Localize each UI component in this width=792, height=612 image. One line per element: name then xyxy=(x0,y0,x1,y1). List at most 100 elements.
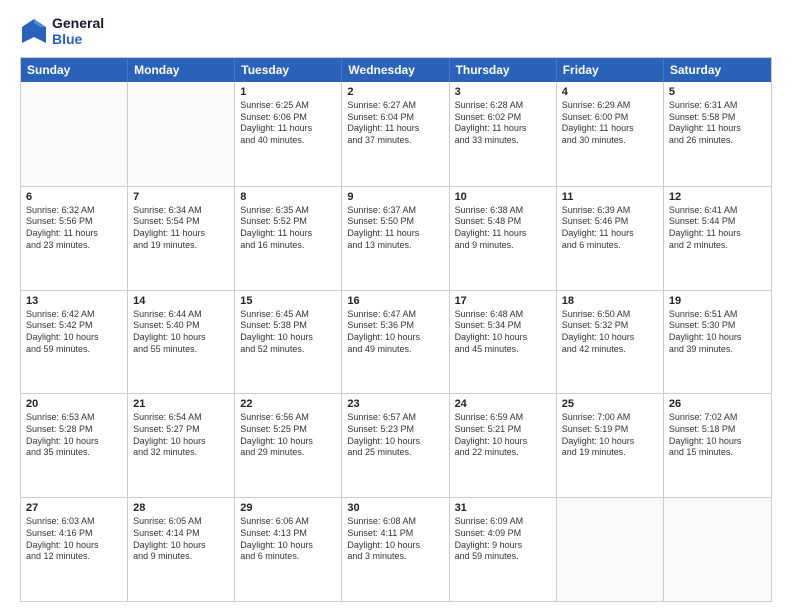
cell-text-line: Sunrise: 6:42 AM xyxy=(26,309,122,321)
day-number: 10 xyxy=(455,191,551,203)
weekday-header-wednesday: Wednesday xyxy=(342,58,449,82)
cell-text-line: Sunset: 5:48 PM xyxy=(455,216,551,228)
header: General Blue xyxy=(20,15,772,47)
day-number: 31 xyxy=(455,502,551,514)
cell-text-line: Daylight: 11 hours xyxy=(455,123,551,135)
cell-text-line: Daylight: 10 hours xyxy=(26,436,122,448)
logo-icon xyxy=(20,17,48,45)
calendar-cell-19: 19Sunrise: 6:51 AMSunset: 5:30 PMDayligh… xyxy=(664,291,771,394)
cell-text-line: Daylight: 9 hours xyxy=(455,540,551,552)
cell-text-line: Daylight: 11 hours xyxy=(347,228,443,240)
calendar-cell-13: 13Sunrise: 6:42 AMSunset: 5:42 PMDayligh… xyxy=(21,291,128,394)
cell-text-line: Sunrise: 6:31 AM xyxy=(669,100,766,112)
calendar-cell-1: 1Sunrise: 6:25 AMSunset: 6:06 PMDaylight… xyxy=(235,82,342,186)
cell-text-line: and 25 minutes. xyxy=(347,447,443,459)
cell-text-line: Sunrise: 6:25 AM xyxy=(240,100,336,112)
calendar-cell-21: 21Sunrise: 6:54 AMSunset: 5:27 PMDayligh… xyxy=(128,394,235,497)
calendar-cell-empty-0-1 xyxy=(128,82,235,186)
calendar-row-0: 1Sunrise: 6:25 AMSunset: 6:06 PMDaylight… xyxy=(21,82,771,186)
cell-text-line: Daylight: 11 hours xyxy=(240,228,336,240)
cell-text-line: Sunrise: 6:38 AM xyxy=(455,205,551,217)
cell-text-line: and 2 minutes. xyxy=(669,240,766,252)
calendar-cell-3: 3Sunrise: 6:28 AMSunset: 6:02 PMDaylight… xyxy=(450,82,557,186)
cell-text-line: Sunset: 6:02 PM xyxy=(455,112,551,124)
page: General Blue SundayMondayTuesdayWednesda… xyxy=(0,0,792,612)
cell-text-line: and 42 minutes. xyxy=(562,344,658,356)
cell-text-line: Sunset: 4:09 PM xyxy=(455,528,551,540)
cell-text-line: and 13 minutes. xyxy=(347,240,443,252)
weekday-header-thursday: Thursday xyxy=(450,58,557,82)
cell-text-line: Sunset: 5:25 PM xyxy=(240,424,336,436)
calendar-cell-17: 17Sunrise: 6:48 AMSunset: 5:34 PMDayligh… xyxy=(450,291,557,394)
calendar-header: SundayMondayTuesdayWednesdayThursdayFrid… xyxy=(21,58,771,82)
day-number: 9 xyxy=(347,191,443,203)
cell-text-line: Sunset: 5:38 PM xyxy=(240,320,336,332)
day-number: 13 xyxy=(26,295,122,307)
calendar-row-1: 6Sunrise: 6:32 AMSunset: 5:56 PMDaylight… xyxy=(21,186,771,290)
cell-text-line: Sunrise: 6:05 AM xyxy=(133,516,229,528)
cell-text-line: Sunrise: 6:03 AM xyxy=(26,516,122,528)
cell-text-line: Sunrise: 6:59 AM xyxy=(455,412,551,424)
calendar-cell-20: 20Sunrise: 6:53 AMSunset: 5:28 PMDayligh… xyxy=(21,394,128,497)
calendar-cell-15: 15Sunrise: 6:45 AMSunset: 5:38 PMDayligh… xyxy=(235,291,342,394)
calendar-cell-14: 14Sunrise: 6:44 AMSunset: 5:40 PMDayligh… xyxy=(128,291,235,394)
cell-text-line: Daylight: 11 hours xyxy=(669,123,766,135)
calendar-cell-9: 9Sunrise: 6:37 AMSunset: 5:50 PMDaylight… xyxy=(342,187,449,290)
day-number: 18 xyxy=(562,295,658,307)
cell-text-line: Sunset: 5:18 PM xyxy=(669,424,766,436)
cell-text-line: Sunset: 4:11 PM xyxy=(347,528,443,540)
weekday-header-friday: Friday xyxy=(557,58,664,82)
cell-text-line: Sunset: 5:44 PM xyxy=(669,216,766,228)
day-number: 6 xyxy=(26,191,122,203)
day-number: 21 xyxy=(133,398,229,410)
cell-text-line: Sunrise: 6:44 AM xyxy=(133,309,229,321)
day-number: 7 xyxy=(133,191,229,203)
cell-text-line: Sunrise: 7:02 AM xyxy=(669,412,766,424)
cell-text-line: Sunrise: 6:56 AM xyxy=(240,412,336,424)
day-number: 30 xyxy=(347,502,443,514)
calendar: SundayMondayTuesdayWednesdayThursdayFrid… xyxy=(20,57,772,602)
cell-text-line: Daylight: 10 hours xyxy=(347,540,443,552)
cell-text-line: Sunrise: 6:54 AM xyxy=(133,412,229,424)
cell-text-line: Sunset: 5:30 PM xyxy=(669,320,766,332)
day-number: 11 xyxy=(562,191,658,203)
cell-text-line: and 59 minutes. xyxy=(26,344,122,356)
cell-text-line: and 6 minutes. xyxy=(240,551,336,563)
day-number: 20 xyxy=(26,398,122,410)
calendar-row-3: 20Sunrise: 6:53 AMSunset: 5:28 PMDayligh… xyxy=(21,393,771,497)
cell-text-line: Daylight: 10 hours xyxy=(240,332,336,344)
day-number: 23 xyxy=(347,398,443,410)
cell-text-line: Sunset: 5:34 PM xyxy=(455,320,551,332)
calendar-cell-7: 7Sunrise: 6:34 AMSunset: 5:54 PMDaylight… xyxy=(128,187,235,290)
cell-text-line: Sunset: 6:00 PM xyxy=(562,112,658,124)
cell-text-line: Sunset: 5:54 PM xyxy=(133,216,229,228)
cell-text-line: Sunrise: 6:37 AM xyxy=(347,205,443,217)
day-number: 29 xyxy=(240,502,336,514)
calendar-cell-31: 31 Sunrise: 6:09 AMSunset: 4:09 PMDayligh… xyxy=(450,498,557,601)
cell-text-line: and 26 minutes. xyxy=(669,135,766,147)
cell-text-line: Sunset: 5:52 PM xyxy=(240,216,336,228)
cell-text-line: Daylight: 10 hours xyxy=(133,540,229,552)
cell-text-line: Sunrise: 6:41 AM xyxy=(669,205,766,217)
cell-text-line: Sunset: 5:21 PM xyxy=(455,424,551,436)
cell-text-line: and 19 minutes. xyxy=(562,447,658,459)
cell-text-line: Sunrise: 6:27 AM xyxy=(347,100,443,112)
calendar-cell-25: 25Sunrise: 7:00 AMSunset: 5:19 PMDayligh… xyxy=(557,394,664,497)
cell-text-line: and 39 minutes. xyxy=(669,344,766,356)
logo-text: General Blue xyxy=(52,15,104,47)
cell-text-line: Daylight: 10 hours xyxy=(562,332,658,344)
day-number: 26 xyxy=(669,398,766,410)
weekday-header-monday: Monday xyxy=(128,58,235,82)
cell-text-line: Sunset: 5:42 PM xyxy=(26,320,122,332)
cell-text-line: Daylight: 11 hours xyxy=(562,123,658,135)
cell-text-line: Sunrise: 6:09 AM xyxy=(455,516,551,528)
cell-text-line: and 16 minutes. xyxy=(240,240,336,252)
cell-text-line: and 52 minutes. xyxy=(240,344,336,356)
calendar-cell-5: 5Sunrise: 6:31 AMSunset: 5:58 PMDaylight… xyxy=(664,82,771,186)
cell-text-line: Sunset: 5:40 PM xyxy=(133,320,229,332)
cell-text-line: Daylight: 10 hours xyxy=(240,540,336,552)
calendar-cell-29: 29Sunrise: 6:06 AMSunset: 4:13 PMDayligh… xyxy=(235,498,342,601)
day-number: 12 xyxy=(669,191,766,203)
cell-text-line: Daylight: 10 hours xyxy=(133,332,229,344)
cell-text-line: and 9 minutes. xyxy=(455,240,551,252)
